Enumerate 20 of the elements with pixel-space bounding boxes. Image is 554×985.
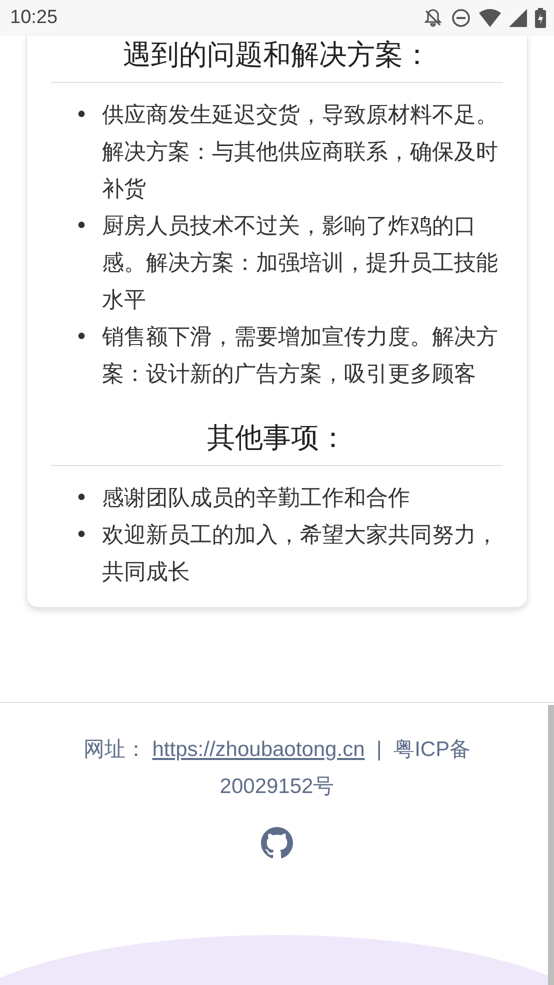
github-icon[interactable] xyxy=(261,827,293,859)
bullet-mark: • xyxy=(75,102,88,130)
bullet-mark: • xyxy=(75,213,88,241)
do-not-disturb-icon xyxy=(451,8,471,28)
bullet-mark: • xyxy=(75,485,88,513)
list-item: 销售额下滑，需要增加宣传力度。解决方案：设计新的广告方案，吸引更多顾客 xyxy=(102,324,498,389)
battery-icon xyxy=(535,8,546,28)
list-item: 感谢团队成员的辛勤工作和合作 xyxy=(102,485,411,513)
wifi-icon xyxy=(479,9,501,27)
website-link[interactable]: https://zhoubaotong.cn xyxy=(152,738,365,761)
bullet-mark: • xyxy=(75,324,88,352)
list-item: 欢迎新员工的加入，希望大家共同努力，共同成长 xyxy=(102,522,498,587)
bell-off-icon xyxy=(423,8,443,28)
list-item: 供应商发生延迟交货，导致原材料不足。解决方案：与其他供应商联系，确保及时补货 xyxy=(102,102,498,204)
status-time: 10:25 xyxy=(10,7,58,29)
bullet-mark: • xyxy=(75,522,88,550)
signal-icon xyxy=(509,9,527,27)
list-item: 厨房人员技术不过关，影响了炸鸡的口感。解决方案：加强培训，提升员工技能水平 xyxy=(102,213,498,315)
section-heading: 其他事项： xyxy=(51,419,503,466)
section-heading: 遇到的问题和解决方案： xyxy=(51,36,503,83)
